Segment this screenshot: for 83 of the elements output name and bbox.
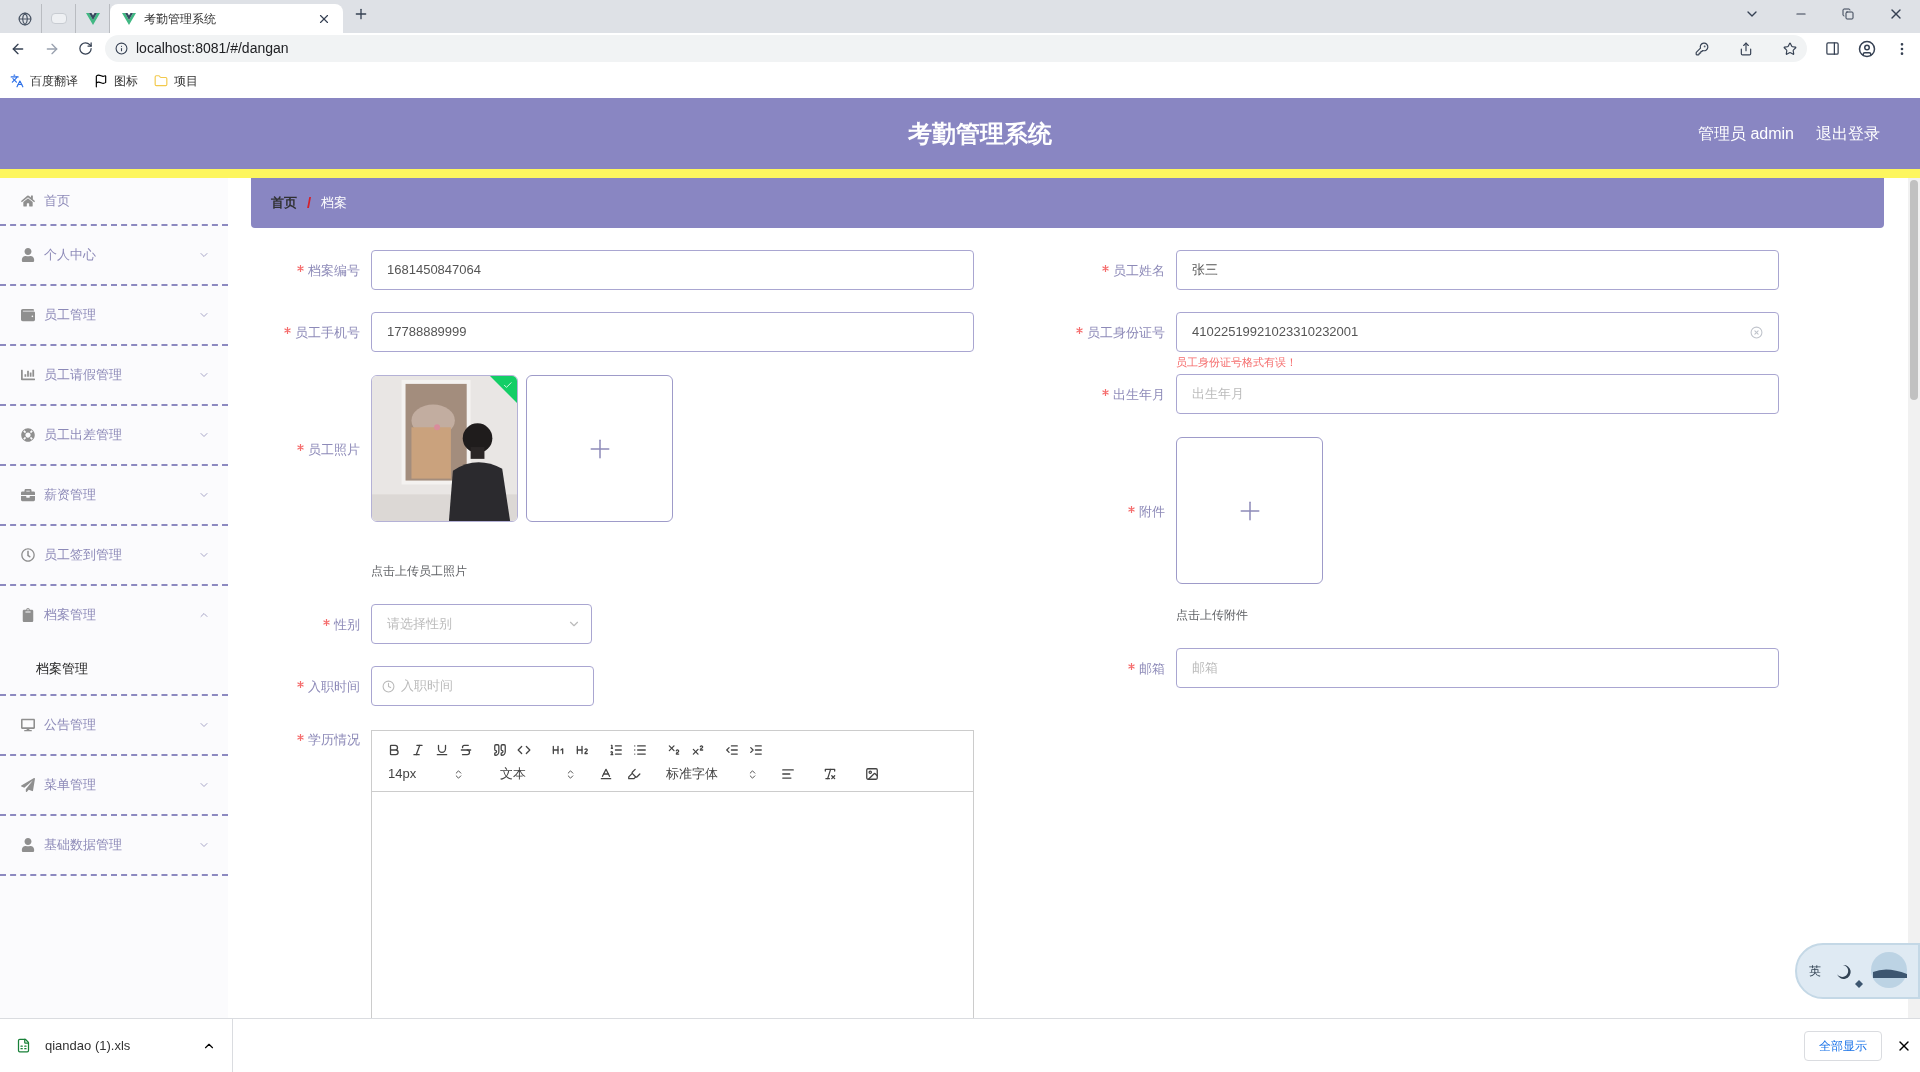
globe-icon bbox=[17, 11, 32, 26]
app-title: 考勤管理系统 bbox=[908, 118, 1052, 149]
bar-chart-icon bbox=[21, 368, 35, 382]
bookmark[interactable]: 百度翻译 bbox=[10, 72, 78, 90]
scrollbar[interactable] bbox=[1908, 178, 1920, 1018]
house-icon bbox=[21, 194, 35, 208]
wallet-icon bbox=[21, 308, 35, 322]
upload-hint: 点击上传附件 bbox=[1176, 608, 1248, 622]
lifebuoy-icon bbox=[21, 428, 35, 442]
sidebar-item[interactable]: 员工签到管理 bbox=[0, 526, 228, 584]
breadcrumb-separator: / bbox=[307, 192, 312, 213]
editor-picker[interactable]: 标准字体 bbox=[660, 764, 762, 784]
error-message: 员工身份证号格式有误！ bbox=[1176, 356, 1297, 368]
briefcase-icon bbox=[21, 488, 35, 502]
text-field[interactable]: 1681450847064 bbox=[371, 250, 974, 290]
breadcrumb-item: 档案 bbox=[321, 194, 348, 213]
new-tab-icon[interactable] bbox=[353, 6, 369, 22]
field-label: 员工身份证号 bbox=[1087, 324, 1165, 342]
reload-icon[interactable] bbox=[78, 41, 93, 56]
field-label: 员工照片 bbox=[308, 441, 360, 459]
upload-button[interactable] bbox=[1176, 437, 1323, 584]
info-icon bbox=[115, 42, 128, 55]
star-icon[interactable] bbox=[1783, 41, 1797, 56]
field-label: 员工姓名 bbox=[1113, 262, 1165, 280]
text-field[interactable]: 张三 bbox=[1176, 250, 1779, 290]
sidebar-item[interactable]: 基础数据管理 bbox=[0, 816, 228, 874]
address-bar[interactable]: localhost:8081/#/dangan bbox=[105, 35, 1807, 62]
sidebar-item[interactable]: 员工管理 bbox=[0, 286, 228, 344]
profile-icon[interactable] bbox=[1858, 39, 1876, 58]
side-panel-icon[interactable] bbox=[1825, 41, 1840, 56]
breadcrumb-item[interactable]: 首页 bbox=[271, 193, 297, 213]
bookmark[interactable]: 项目 bbox=[154, 72, 198, 90]
person-icon bbox=[21, 248, 35, 262]
field-label: 邮箱 bbox=[1139, 660, 1165, 678]
up-down-arrows-icon bbox=[565, 768, 576, 780]
translate-icon bbox=[10, 74, 24, 88]
restore-icon[interactable] bbox=[1842, 8, 1854, 20]
text-field[interactable]: 17788889999 bbox=[371, 312, 974, 352]
clock-icon bbox=[21, 548, 35, 562]
field-label: 档案编号 bbox=[308, 262, 360, 280]
download-item[interactable]: qiandao (1).xls bbox=[45, 1035, 188, 1056]
sidebar-item[interactable]: 个人中心 bbox=[0, 226, 228, 284]
spreadsheet-icon bbox=[16, 1038, 31, 1053]
sidebar-item[interactable]: 菜单管理 bbox=[0, 756, 228, 814]
editor-picker[interactable]: 14px bbox=[382, 764, 468, 784]
text-field[interactable]: 41022519921023310232001 bbox=[1176, 312, 1779, 352]
vue-logo-icon bbox=[122, 12, 136, 25]
ime-widget[interactable]: 英 bbox=[1795, 943, 1920, 999]
bookmark[interactable]: 图标 bbox=[94, 72, 138, 90]
field-label: 员工手机号 bbox=[295, 324, 360, 342]
clock-icon bbox=[382, 679, 395, 693]
field-label: 附件 bbox=[1139, 503, 1165, 521]
folder-icon bbox=[154, 74, 168, 88]
flag-icon bbox=[94, 74, 108, 88]
browser-tab[interactable]: 考勤管理系统 bbox=[110, 4, 343, 33]
user-name: 管理员 admin bbox=[1697, 123, 1794, 144]
sidebar-item[interactable]: 档案管理 bbox=[0, 586, 228, 644]
clipboard-icon bbox=[21, 608, 35, 622]
field-label: 出生年月 bbox=[1113, 386, 1165, 404]
upload-hint: 点击上传员工照片 bbox=[371, 564, 467, 578]
sidebar-item[interactable]: 首页 bbox=[0, 178, 228, 224]
show-all-button[interactable]: 全部显示 bbox=[1804, 1030, 1882, 1061]
monitor-icon bbox=[21, 718, 35, 732]
upload-button[interactable] bbox=[526, 375, 673, 522]
field-label: 性别 bbox=[334, 616, 360, 634]
submenu-item[interactable]: 档案管理 bbox=[36, 659, 88, 679]
sidebar-item[interactable]: 员工出差管理 bbox=[0, 406, 228, 464]
field-label: 入职时间 bbox=[308, 678, 360, 696]
sidebar-item[interactable]: 员工请假管理 bbox=[0, 346, 228, 404]
vue-logo-icon bbox=[85, 12, 100, 25]
person-icon bbox=[21, 838, 35, 852]
up-down-arrows-icon bbox=[747, 768, 758, 780]
sidebar-item[interactable]: 公告管理 bbox=[0, 696, 228, 754]
up-down-arrows-icon bbox=[453, 768, 464, 780]
key-icon[interactable] bbox=[1695, 41, 1709, 56]
editor-picker[interactable]: 文本 bbox=[494, 764, 580, 784]
sidebar-item[interactable]: 薪资管理 bbox=[0, 466, 228, 524]
field-label: 学历情况 bbox=[308, 731, 360, 749]
logout-link[interactable]: 退出登录 bbox=[1816, 121, 1880, 146]
blank-page-icon bbox=[50, 13, 67, 24]
rich-text-editor[interactable]: 14px 文本 标准字体 bbox=[371, 730, 974, 1018]
paper-plane-icon bbox=[21, 778, 35, 792]
share-icon[interactable] bbox=[1739, 41, 1753, 56]
